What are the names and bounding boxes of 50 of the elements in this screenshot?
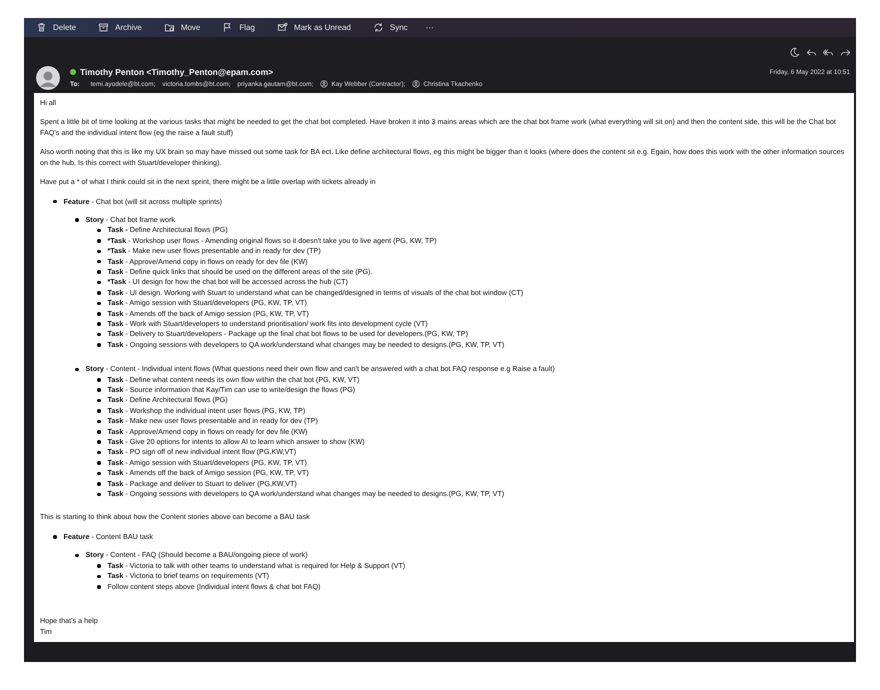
bullet bbox=[97, 280, 100, 284]
bullet bbox=[97, 430, 100, 434]
bullet bbox=[75, 554, 78, 558]
toolbar-button[interactable]: Archive bbox=[92, 18, 148, 36]
folder-icon bbox=[164, 22, 175, 33]
bullet bbox=[97, 250, 100, 254]
bullet bbox=[75, 218, 78, 222]
bullet bbox=[97, 461, 100, 465]
bullet bbox=[97, 343, 100, 347]
more-button[interactable]: ··· bbox=[420, 20, 440, 35]
bullet bbox=[97, 564, 100, 568]
bullet bbox=[97, 492, 100, 496]
bullet bbox=[97, 322, 100, 326]
toolbar-button[interactable]: Delete bbox=[30, 18, 82, 36]
toolbar-button[interactable]: Mark as Unread bbox=[270, 18, 357, 36]
bullet bbox=[97, 260, 100, 264]
bullet bbox=[97, 420, 100, 424]
contact-icon bbox=[320, 80, 328, 88]
bullet bbox=[97, 239, 100, 243]
bullet bbox=[97, 312, 100, 316]
bullet bbox=[97, 398, 100, 402]
bullet bbox=[97, 228, 100, 232]
sender-name: Timothy Penton <Timothy_Penton@epam.com> bbox=[80, 67, 274, 77]
avatar-icon bbox=[36, 66, 60, 90]
moon-button[interactable] bbox=[788, 46, 801, 58]
toolbar-button[interactable]: Sync bbox=[366, 18, 414, 36]
bullet bbox=[97, 270, 100, 274]
bullet bbox=[97, 332, 100, 336]
bullet bbox=[53, 200, 56, 204]
bullet bbox=[97, 472, 100, 476]
bullet bbox=[97, 450, 100, 454]
toolbar-button[interactable]: Flag bbox=[216, 18, 261, 36]
bullet bbox=[97, 378, 100, 382]
bullet bbox=[97, 482, 100, 486]
bullet bbox=[97, 440, 100, 444]
bullet bbox=[97, 388, 100, 392]
bullet bbox=[97, 409, 100, 413]
sync-icon bbox=[372, 22, 384, 33]
bullet bbox=[97, 302, 100, 306]
bullet bbox=[97, 585, 100, 589]
flag-icon bbox=[222, 22, 234, 33]
bullet bbox=[97, 291, 100, 295]
trash-icon bbox=[36, 22, 47, 33]
contact-icon bbox=[412, 80, 420, 88]
archive-icon bbox=[98, 22, 110, 33]
bullet bbox=[53, 535, 56, 539]
toolbar-button[interactable]: Move bbox=[158, 18, 206, 36]
bullet bbox=[75, 368, 78, 372]
envelope-icon bbox=[276, 22, 288, 33]
bullet bbox=[97, 574, 100, 578]
